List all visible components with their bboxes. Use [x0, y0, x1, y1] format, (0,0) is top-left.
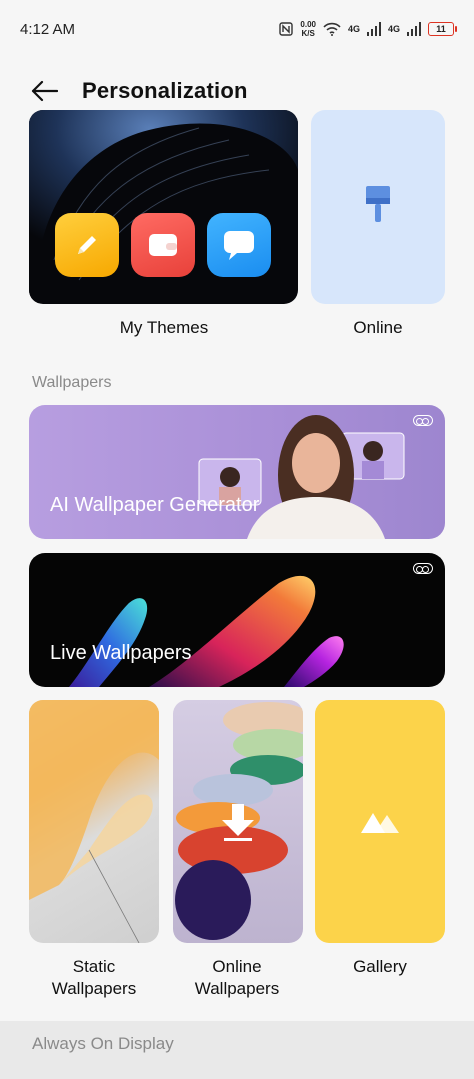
- online-label-line1: Online: [212, 957, 262, 976]
- ai-wallpaper-generator-banner[interactable]: AI Wallpaper Generator: [29, 405, 445, 539]
- static-label-line2: Wallpapers: [51, 979, 137, 998]
- static-wallpapers-label: Static Wallpapers: [19, 956, 169, 1000]
- battery-icon: 11: [428, 22, 457, 36]
- online-wallpapers-tile[interactable]: [173, 700, 303, 943]
- my-themes-label: My Themes: [119, 318, 209, 337]
- net-speed-value: 0.00: [300, 20, 316, 29]
- live-wallpapers-label: Live Wallpapers: [50, 642, 192, 664]
- signal2-label: 4G: [387, 24, 400, 34]
- online-themes-card[interactable]: [311, 110, 445, 304]
- gallery-tile[interactable]: [315, 700, 445, 943]
- signal-icon: [407, 22, 421, 36]
- paint-brush-icon: [366, 186, 390, 222]
- online-label-line2: Wallpapers: [194, 979, 280, 998]
- net-speed-unit: K/S: [301, 29, 315, 38]
- header: Personalization: [0, 62, 474, 120]
- gallery-label-line1: Gallery: [353, 957, 407, 976]
- signal-icon: [366, 22, 381, 36]
- gallery-label: Gallery: [305, 956, 455, 978]
- wifi-icon: [323, 22, 341, 36]
- back-button[interactable]: [14, 62, 74, 120]
- toggle-icon: [413, 563, 433, 574]
- notes-icon: [55, 213, 119, 277]
- wallet-icon: [131, 213, 195, 277]
- toggle-icon: [413, 415, 433, 426]
- net-speed: 0.00 K/S: [300, 20, 316, 38]
- back-arrow-icon: [31, 80, 58, 102]
- wallpapers-section-label: Wallpapers: [32, 374, 112, 391]
- gallery-mountains-icon: [361, 812, 399, 833]
- status-bar: 4:12 AM 0.00 K/S 4G 4G 11: [0, 0, 474, 58]
- signal1-label: 4G: [347, 24, 360, 34]
- ai-banner-art: [198, 415, 405, 539]
- always-on-display-row[interactable]: Always On Display: [0, 1021, 474, 1079]
- status-time: 4:12 AM: [20, 20, 76, 38]
- battery-level: 11: [436, 24, 446, 34]
- static-label-line1: Static: [72, 957, 116, 976]
- status-icons: 0.00 K/S 4G 4G 11: [279, 20, 457, 38]
- online-wallpapers-label: Online Wallpapers: [162, 956, 312, 1000]
- download-icon: [222, 804, 254, 841]
- page-title: Personalization: [82, 78, 248, 103]
- nfc-icon: [279, 22, 294, 36]
- static-wallpaper-art: [29, 700, 159, 943]
- ai-wallpaper-label: AI Wallpaper Generator: [50, 494, 260, 516]
- message-icon: [207, 213, 271, 277]
- live-wallpapers-banner[interactable]: Live Wallpapers: [29, 553, 445, 687]
- static-wallpapers-tile[interactable]: [29, 700, 159, 943]
- always-on-display-label: Always On Display: [32, 1034, 174, 1053]
- online-themes-label: Online: [353, 318, 403, 337]
- live-banner-art: [69, 575, 344, 687]
